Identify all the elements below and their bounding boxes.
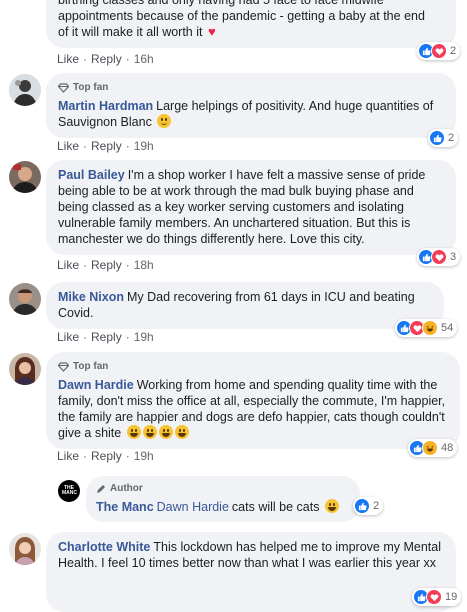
comment-time[interactable]: 19h — [134, 139, 154, 153]
reply-link[interactable]: Reply — [91, 139, 122, 153]
reaction-count: 2 — [373, 500, 380, 512]
comment-bubble: Charlotte White This lockdown has helped … — [46, 532, 456, 612]
comment-actions: Like · Reply · 19h — [57, 449, 154, 463]
mention-link[interactable]: Dawn Hardie — [157, 500, 229, 514]
comment-time[interactable]: 16h — [134, 52, 154, 66]
comment-time[interactable]: 19h — [134, 449, 154, 463]
reaction-count: 48 — [441, 442, 454, 454]
reaction-summary[interactable]: 2 — [353, 497, 384, 515]
comment-actions: Like · Reply · 16h — [57, 52, 154, 66]
comment-bubble: birthing classes and only having had 5 f… — [46, 0, 456, 48]
avatar[interactable] — [9, 353, 41, 385]
comment-bubble: Top fan Martin Hardman Large helpings of … — [46, 73, 456, 138]
commenter-name[interactable]: Charlotte White — [58, 540, 150, 554]
top-fan-badge: Top fan — [58, 80, 444, 96]
like-link[interactable]: Like — [57, 330, 79, 344]
comment-bubble: Paul Bailey I'm a shop worker I have felt… — [46, 160, 456, 255]
laughing-emoji-icon — [142, 425, 157, 439]
diamond-icon — [58, 362, 69, 372]
love-reaction-icon — [431, 249, 447, 265]
commenter-name[interactable]: Mike Nixon — [58, 290, 124, 304]
laughing-emoji-icon — [324, 499, 339, 513]
reaction-count: 2 — [448, 132, 455, 144]
like-link[interactable]: Like — [57, 258, 79, 272]
commenter-name[interactable]: Martin Hardman — [58, 99, 153, 113]
author-badge: Author — [96, 481, 350, 497]
comment-text: cats will be cats — [231, 500, 320, 514]
like-link[interactable]: Like — [57, 52, 79, 66]
avatar[interactable]: THE MANC — [58, 480, 80, 502]
comment-text-line: birthing classes and only having had 5 f… — [58, 0, 384, 7]
avatar[interactable] — [9, 533, 41, 565]
reaction-summary[interactable]: 19 — [412, 588, 462, 606]
comment-text-line: of it will make it all worth it — [58, 25, 203, 39]
avatar[interactable] — [9, 74, 41, 106]
reaction-count: 3 — [450, 251, 457, 263]
comment-bubble: Top fan Dawn Hardie Working from home and… — [46, 352, 460, 449]
comment-actions: Like · Reply · 19h — [57, 330, 154, 344]
laughing-emoji-icon — [158, 425, 173, 439]
reply-bubble: Author The Manc Dawn Hardie cats will be c… — [86, 476, 360, 522]
pen-icon — [96, 484, 106, 494]
like-link[interactable]: Like — [57, 139, 79, 153]
diamond-icon — [58, 83, 69, 93]
smile-emoji-icon — [157, 114, 172, 128]
reply-link[interactable]: Reply — [91, 449, 122, 463]
top-fan-badge: Top fan — [58, 359, 448, 375]
haha-reaction-icon — [422, 320, 438, 336]
love-reaction-icon — [431, 43, 447, 59]
commenter-name[interactable]: Dawn Hardie — [58, 378, 134, 392]
reaction-summary[interactable]: 48 — [408, 439, 458, 457]
comment-text-line: appointments because of the pandemic - g… — [58, 9, 425, 23]
love-reaction-icon — [426, 589, 442, 605]
comment-actions: Like · Reply · 19h — [57, 139, 154, 153]
avatar[interactable] — [9, 161, 41, 193]
commenter-name[interactable]: Paul Bailey — [58, 168, 125, 182]
avatar[interactable] — [9, 283, 41, 315]
haha-reaction-icon — [422, 440, 438, 456]
reaction-summary[interactable]: 2 — [417, 42, 461, 60]
reply-link[interactable]: Reply — [91, 52, 122, 66]
comment-actions: Like · Reply · 18h — [57, 258, 154, 272]
comment-time[interactable]: 18h — [134, 258, 154, 272]
reaction-count: 19 — [445, 591, 458, 603]
like-reaction-icon — [429, 130, 445, 146]
reaction-count: 2 — [450, 45, 457, 57]
laughing-emoji-icon — [126, 425, 141, 439]
comment-time[interactable]: 19h — [134, 330, 154, 344]
reaction-summary[interactable]: 2 — [428, 129, 459, 147]
laughing-emoji-icon — [174, 425, 189, 439]
reply-link[interactable]: Reply — [91, 330, 122, 344]
reaction-summary[interactable]: 54 — [395, 319, 458, 337]
reaction-summary[interactable]: 3 — [417, 248, 461, 266]
like-link[interactable]: Like — [57, 449, 79, 463]
commenter-name[interactable]: The Manc — [96, 500, 154, 514]
reaction-count: 54 — [441, 322, 454, 334]
heart-emoji-icon: ♥ — [207, 24, 216, 39]
reply-link[interactable]: Reply — [91, 258, 122, 272]
comment-bubble: Mike Nixon My Dad recovering from 61 days… — [46, 282, 444, 329]
like-reaction-icon — [354, 498, 370, 514]
